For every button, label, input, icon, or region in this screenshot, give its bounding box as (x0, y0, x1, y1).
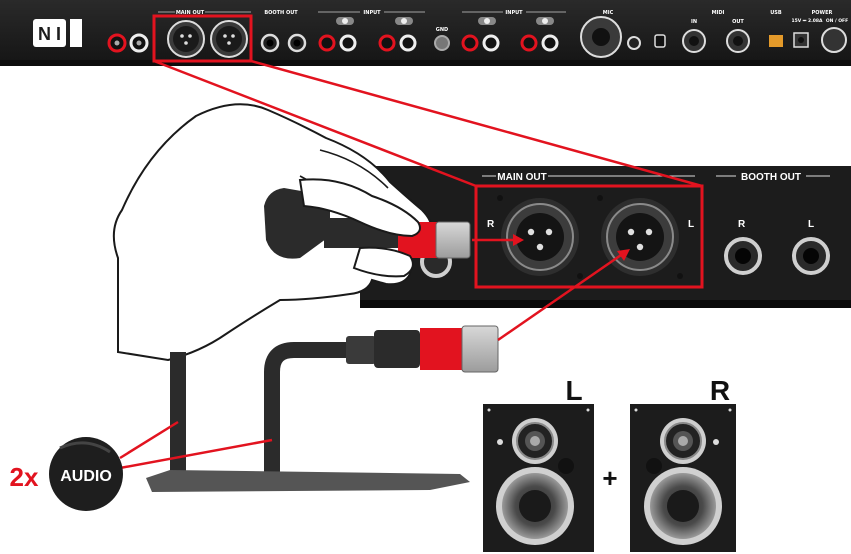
speaker-right (630, 404, 736, 552)
ni-logo: N I (33, 19, 66, 47)
mic-jack-2 (627, 36, 641, 50)
top-midi-label: MIDI (712, 10, 725, 16)
switch-b2 (536, 17, 554, 25)
booth-jack-top-r (260, 33, 280, 53)
rca-b2-l (541, 34, 559, 52)
rca-b2-r (520, 34, 538, 52)
svg-text:GND: GND (436, 27, 448, 33)
xlr-connector-top-r (167, 20, 205, 58)
plus-sign: + (602, 463, 617, 493)
floor-shadow (146, 470, 470, 492)
booth-out-l-label: L (808, 219, 814, 230)
gnd-terminal: GND (434, 27, 450, 51)
svg-text:N I: N I (38, 24, 61, 44)
rca-jack-l (129, 33, 149, 53)
lock-slot-icon (654, 34, 666, 48)
top-rear-panel: N I MAIN OUT BOOTH OUT INPUT GND INPUT M… (0, 0, 851, 66)
rca-b1-r (461, 34, 479, 52)
booth-jack-zoom-r (724, 237, 762, 275)
connection-diagram: N I MAIN OUT BOOTH OUT INPUT GND INPUT M… (0, 0, 851, 552)
main-out-r-label: R (487, 219, 495, 230)
svg-text:IN: IN (691, 19, 697, 25)
midi-out-port (726, 29, 750, 53)
speaker-left-label: L (565, 375, 582, 406)
switch-a2 (395, 17, 413, 25)
rca-a1-r (318, 34, 336, 52)
zoom-main-out-label: MAIN OUT (497, 172, 546, 183)
rca-a1-l (339, 34, 357, 52)
rca-a2-l (399, 34, 417, 52)
booth-jack-top-l (287, 33, 307, 53)
top-input-b-label: INPUT (505, 10, 523, 16)
top-mic-label: MIC (603, 10, 614, 16)
power-jack (793, 32, 809, 48)
xlr-cable-l (264, 342, 348, 480)
power-button (821, 27, 847, 53)
top-power-label: POWER (812, 10, 833, 16)
zoom-booth-out-label: BOOTH OUT (741, 172, 801, 183)
top-input-a-label: INPUT (363, 10, 381, 16)
rca-jack-r (107, 33, 127, 53)
logo-bar (70, 19, 82, 47)
xlr-plug-l (346, 325, 499, 373)
svg-text:OUT: OUT (732, 19, 744, 25)
svg-text:ON / OFF: ON / OFF (826, 18, 848, 24)
svg-text:15V ⎓ 2.08A: 15V ⎓ 2.08A (791, 18, 823, 24)
audio-cable-badge: AUDIO 2x (10, 420, 273, 511)
speaker-left (483, 404, 594, 552)
speaker-right-label: R (710, 375, 730, 406)
audio-label: AUDIO (60, 468, 112, 485)
cable-count-label: 2x (10, 462, 39, 492)
midi-in-port (682, 29, 706, 53)
switch-a1 (336, 17, 354, 25)
rca-a2-r (378, 34, 396, 52)
rca-b1-l (482, 34, 500, 52)
switch-b1 (478, 17, 496, 25)
booth-out-r-label: R (738, 219, 746, 230)
main-out-l-label: L (688, 219, 694, 230)
top-usb-label: USB (770, 10, 782, 16)
booth-jack-zoom-l (792, 237, 830, 275)
mic-combo-jack (580, 16, 622, 58)
top-booth-out-label: BOOTH OUT (264, 10, 298, 16)
usb-port-icon (769, 35, 783, 47)
xlr-connector-top-l (210, 20, 248, 58)
